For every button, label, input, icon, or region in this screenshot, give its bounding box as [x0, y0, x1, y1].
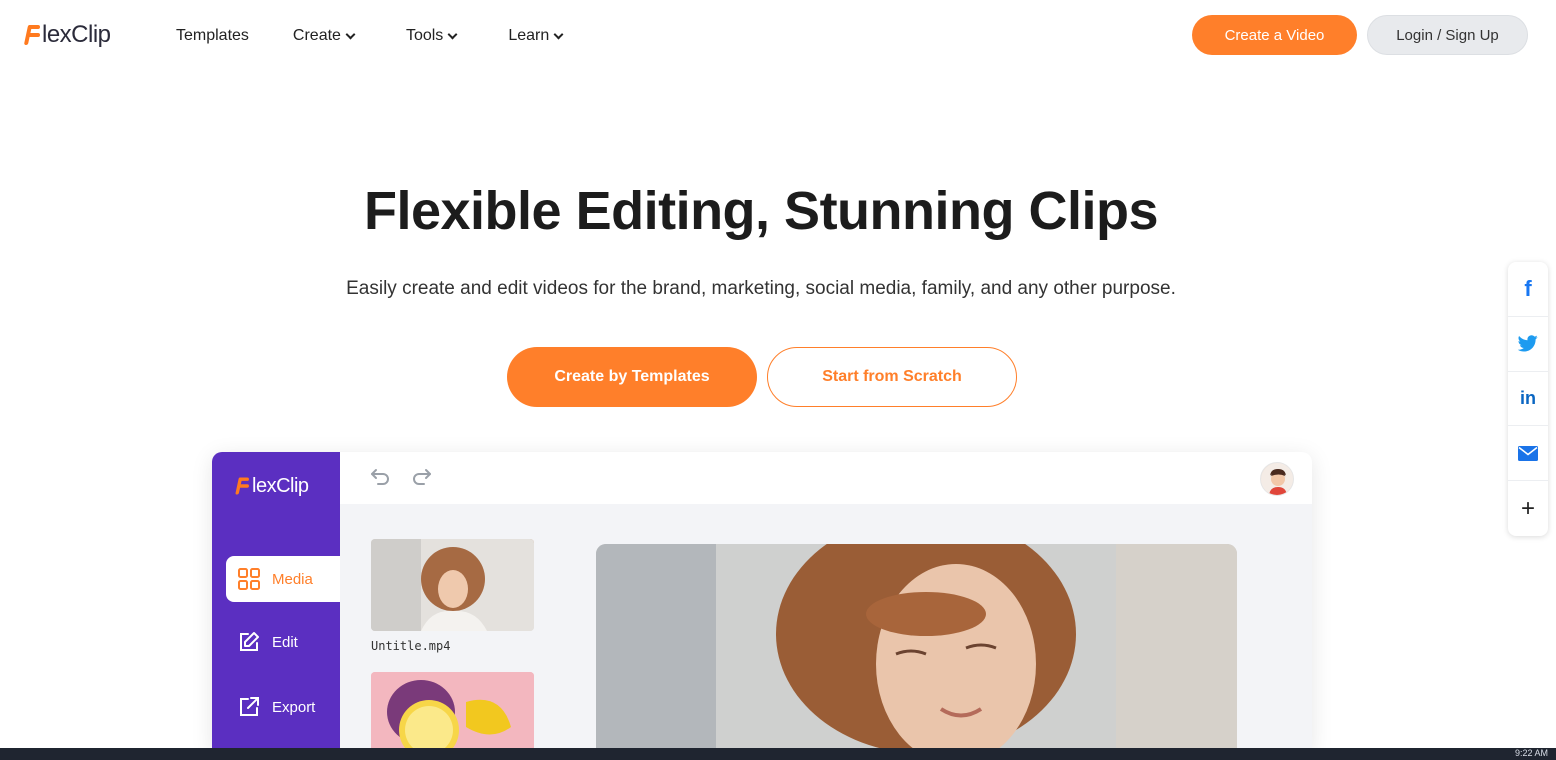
chevron-down-icon — [447, 29, 458, 39]
flexclip-logo-mark-icon — [237, 476, 249, 496]
nav-tools-label: Tools — [405, 27, 444, 44]
login-signup-button[interactable]: Login / Sign Up — [1367, 15, 1528, 55]
chevron-down-icon — [345, 29, 356, 39]
export-icon — [240, 697, 259, 716]
editor-sidebar-edit-label: Edit — [272, 633, 298, 651]
nav-learn[interactable]: Learn — [508, 24, 564, 48]
user-avatar[interactable] — [1260, 462, 1294, 496]
logo-text: lexClip — [42, 21, 111, 48]
lemon-thumbnail-image — [371, 672, 534, 752]
editor-sidebar-media-label: Media — [272, 570, 313, 588]
nav-create[interactable]: Create — [292, 24, 356, 48]
share-linkedin[interactable]: in — [1508, 372, 1548, 427]
flexclip-logo-mark-icon — [26, 23, 40, 47]
share-twitter[interactable] — [1508, 317, 1548, 372]
main-nav: Templates Create Tools Learn — [176, 24, 606, 48]
undo-icon[interactable] — [370, 468, 390, 486]
hero-title: Flexible Editing, Stunning Clips — [364, 181, 1159, 241]
chevron-down-icon — [553, 29, 564, 39]
portrait-thumbnail-image — [371, 539, 534, 631]
grid-icon — [238, 568, 260, 590]
facebook-icon: f — [1524, 275, 1532, 301]
media-filename: Untitle.mp4 — [371, 639, 451, 653]
editor-sidebar-media[interactable]: Media — [226, 556, 340, 602]
share-more[interactable]: + — [1508, 481, 1548, 536]
editor-sidebar-edit[interactable]: Edit — [226, 619, 340, 665]
share-email[interactable] — [1508, 426, 1548, 482]
editor-sidebar-export[interactable]: Export — [226, 684, 340, 730]
os-taskbar: 9:22 AM — [0, 748, 1556, 760]
taskbar-clock: 9:22 AM — [1514, 748, 1548, 758]
media-thumbnail[interactable] — [371, 539, 534, 631]
nav-learn-label: Learn — [508, 27, 550, 44]
nav-templates-label: Templates — [176, 27, 249, 44]
twitter-icon — [1518, 335, 1538, 352]
nav-templates[interactable]: Templates — [176, 24, 249, 48]
plus-icon: + — [1520, 494, 1535, 522]
linkedin-icon: in — [1520, 387, 1536, 408]
social-share-rail: f in + — [1508, 262, 1548, 536]
hero-subtitle: Easily create and edit videos for the br… — [346, 278, 1176, 299]
media-thumbnail[interactable] — [371, 672, 534, 752]
video-preview-canvas[interactable] — [596, 544, 1237, 752]
nav-tools[interactable]: Tools — [405, 24, 458, 48]
undo-redo-group — [370, 468, 432, 486]
site-header: lexClip Templates Create Tools Learn Cre… — [0, 0, 1556, 72]
video-preview-image — [596, 544, 1237, 752]
editor-sidebar-export-label: Export — [272, 698, 316, 716]
editor-preview-mockup: lexClip Media Edit Export Untitle.mp4 — [212, 452, 1312, 752]
redo-icon[interactable] — [412, 468, 432, 486]
editor-logo: lexClip — [236, 474, 309, 498]
create-a-video-button[interactable]: Create a Video — [1192, 15, 1357, 55]
editor-topbar — [340, 452, 1312, 504]
create-by-templates-button[interactable]: Create by Templates — [507, 347, 757, 407]
share-facebook[interactable]: f — [1508, 262, 1548, 317]
edit-icon — [240, 632, 259, 651]
start-from-scratch-button[interactable]: Start from Scratch — [767, 347, 1017, 407]
editor-logo-text: lexClip — [252, 474, 309, 497]
nav-create-label: Create — [292, 27, 341, 44]
flexclip-logo[interactable]: lexClip — [26, 18, 111, 52]
mail-icon — [1518, 445, 1538, 461]
